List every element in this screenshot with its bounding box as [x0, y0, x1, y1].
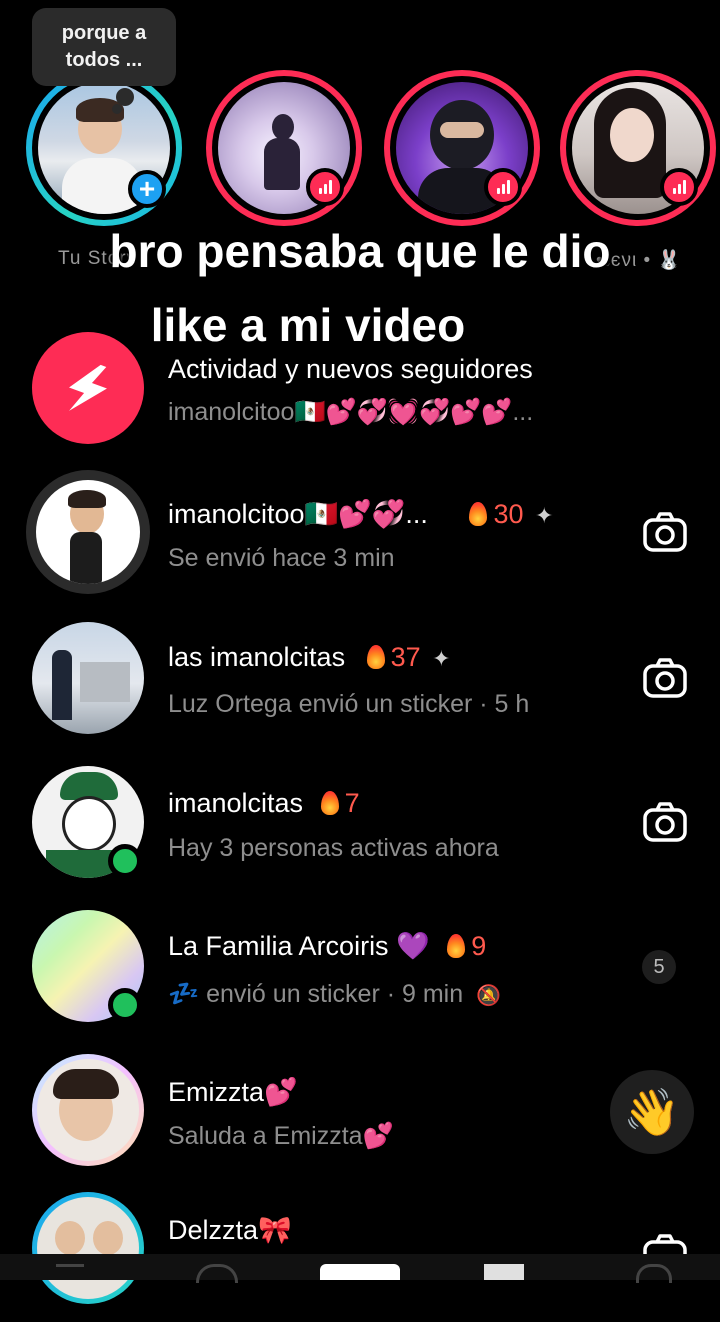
- live-bars-icon: [660, 168, 698, 206]
- pin-icon: ✦: [535, 503, 554, 528]
- online-status-dot: [108, 988, 142, 1022]
- story-user-2[interactable]: [206, 70, 362, 226]
- bottom-navigation-bar: [0, 1254, 720, 1283]
- list-item-chat-2[interactable]: las imanolcitas 37 ✦ Luz Ortega envió un…: [0, 620, 720, 750]
- add-story-plus-icon[interactable]: +: [128, 170, 166, 208]
- avatar: [32, 1054, 144, 1166]
- live-bars-icon: [306, 168, 344, 206]
- home-icon[interactable]: [56, 1264, 84, 1283]
- avatar: [32, 622, 144, 734]
- waving-hand-icon[interactable]: 👋: [610, 1070, 694, 1154]
- camera-icon[interactable]: [642, 800, 688, 846]
- pin-icon: ✦: [432, 646, 451, 671]
- profile-icon[interactable]: [636, 1264, 672, 1283]
- list-item-chat-5[interactable]: Emizzta💕 Saluda a Emizzta💕 👋: [0, 1054, 720, 1184]
- list-item-activity[interactable]: Actividad y nuevos seguidores imanolcito…: [0, 330, 720, 460]
- camera-icon[interactable]: [642, 656, 688, 702]
- chat-subtitle: Saluda a Emizzta💕: [168, 1122, 394, 1150]
- streak-count: 7: [320, 788, 360, 818]
- bell-off-icon: 🔕: [476, 985, 501, 1007]
- chat-subtitle: 💤 envió un sticker · 9 min 🔕: [168, 980, 501, 1008]
- streak-count: 9: [447, 931, 486, 961]
- create-button[interactable]: [320, 1264, 400, 1280]
- story-user-3[interactable]: [384, 70, 540, 226]
- chat-subtitle: Luz Ortega envió un sticker · 5 h: [168, 690, 530, 718]
- flame-icon: [447, 934, 466, 958]
- friends-icon[interactable]: [196, 1264, 238, 1283]
- lightning-icon: [69, 364, 107, 411]
- chat-subtitle: imanolcitoo🇲🇽💕💞💓💞💕💕...: [168, 398, 534, 426]
- chat-title: imanolcitoo🇲🇽💕💞... 30 ✦: [168, 499, 554, 529]
- chat-title: las imanolcitas 37 ✦: [168, 642, 451, 672]
- list-item-chat-4[interactable]: La Familia Arcoiris 💜 9 💤 envió un stick…: [0, 908, 720, 1038]
- streak-count: 30: [469, 499, 531, 529]
- list-item-chat-3[interactable]: imanolcitas 7 Hay 3 personas activas aho…: [0, 764, 720, 894]
- chat-subtitle: Se envió hace 3 min: [168, 544, 395, 572]
- note-bubble[interactable]: porque a todos ...: [32, 8, 176, 86]
- chat-title: Delzzta🎀: [168, 1215, 292, 1245]
- online-status-dot: [108, 844, 142, 878]
- chat-title: Actividad y nuevos seguidores: [168, 354, 533, 384]
- activity-avatar: [32, 332, 144, 444]
- story-your-story[interactable]: +: [26, 70, 182, 226]
- avatar: [32, 1192, 144, 1304]
- chat-title: Emizzta💕: [168, 1077, 298, 1107]
- camera-icon[interactable]: [642, 510, 688, 556]
- flame-icon: [320, 791, 339, 815]
- list-item-chat-1[interactable]: imanolcitoo🇲🇽💕💞... 30 ✦ Se envió hace 3 …: [0, 470, 720, 600]
- story-user-4[interactable]: [560, 70, 716, 226]
- unread-count-badge: 5: [642, 950, 676, 984]
- streak-count: 37: [366, 642, 429, 672]
- inbox-icon[interactable]: [484, 1264, 524, 1280]
- flame-icon: [469, 502, 488, 526]
- chat-subtitle: Hay 3 personas activas ahora: [168, 834, 499, 862]
- chat-title: imanolcitas 7: [168, 788, 360, 818]
- flame-icon: [366, 645, 385, 669]
- avatar: [26, 470, 150, 594]
- chat-title: La Familia Arcoiris 💜 9: [168, 931, 487, 961]
- live-bars-icon: [484, 168, 522, 206]
- video-caption-line-1: bro pensaba que le dio: [109, 225, 611, 277]
